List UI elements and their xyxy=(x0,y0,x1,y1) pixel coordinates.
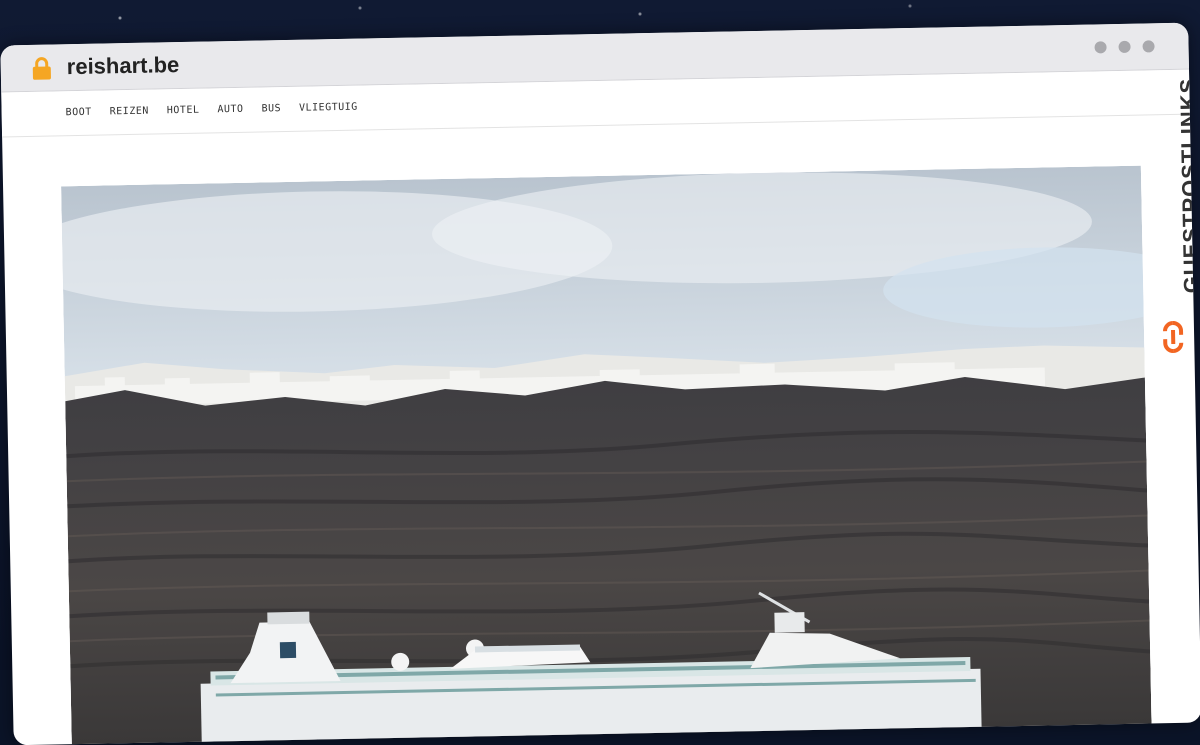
chain-link-icon xyxy=(1160,320,1187,354)
nav-item-vliegtuig[interactable]: VLIEGTUIG xyxy=(299,102,358,114)
browser-window: reishart.be BOOT REIZEN HOTEL AUTO BUS V… xyxy=(0,23,1200,745)
window-control-dot[interactable] xyxy=(1142,40,1154,52)
nav-item-auto[interactable]: AUTO xyxy=(217,104,243,115)
hero-image xyxy=(61,166,1152,745)
window-control-dot[interactable] xyxy=(1094,41,1106,53)
window-control-dot[interactable] xyxy=(1118,41,1130,53)
nav-item-bus[interactable]: BUS xyxy=(261,103,281,114)
lock-icon xyxy=(31,56,53,80)
nav-menu: BOOT REIZEN HOTEL AUTO BUS VLIEGTUIG xyxy=(66,102,358,119)
window-controls xyxy=(1094,40,1154,53)
cruise-ship-photo xyxy=(61,166,1152,745)
nav-item-boot[interactable]: BOOT xyxy=(66,107,92,118)
address-domain[interactable]: reishart.be xyxy=(67,52,180,80)
nav-item-hotel[interactable]: HOTEL xyxy=(167,105,200,117)
browser-frame: reishart.be BOOT REIZEN HOTEL AUTO BUS V… xyxy=(0,0,1200,681)
guestpostlinks-brand: GUESTPOSTLINKS xyxy=(1147,70,1195,391)
nav-item-reizen[interactable]: REIZEN xyxy=(110,106,149,118)
